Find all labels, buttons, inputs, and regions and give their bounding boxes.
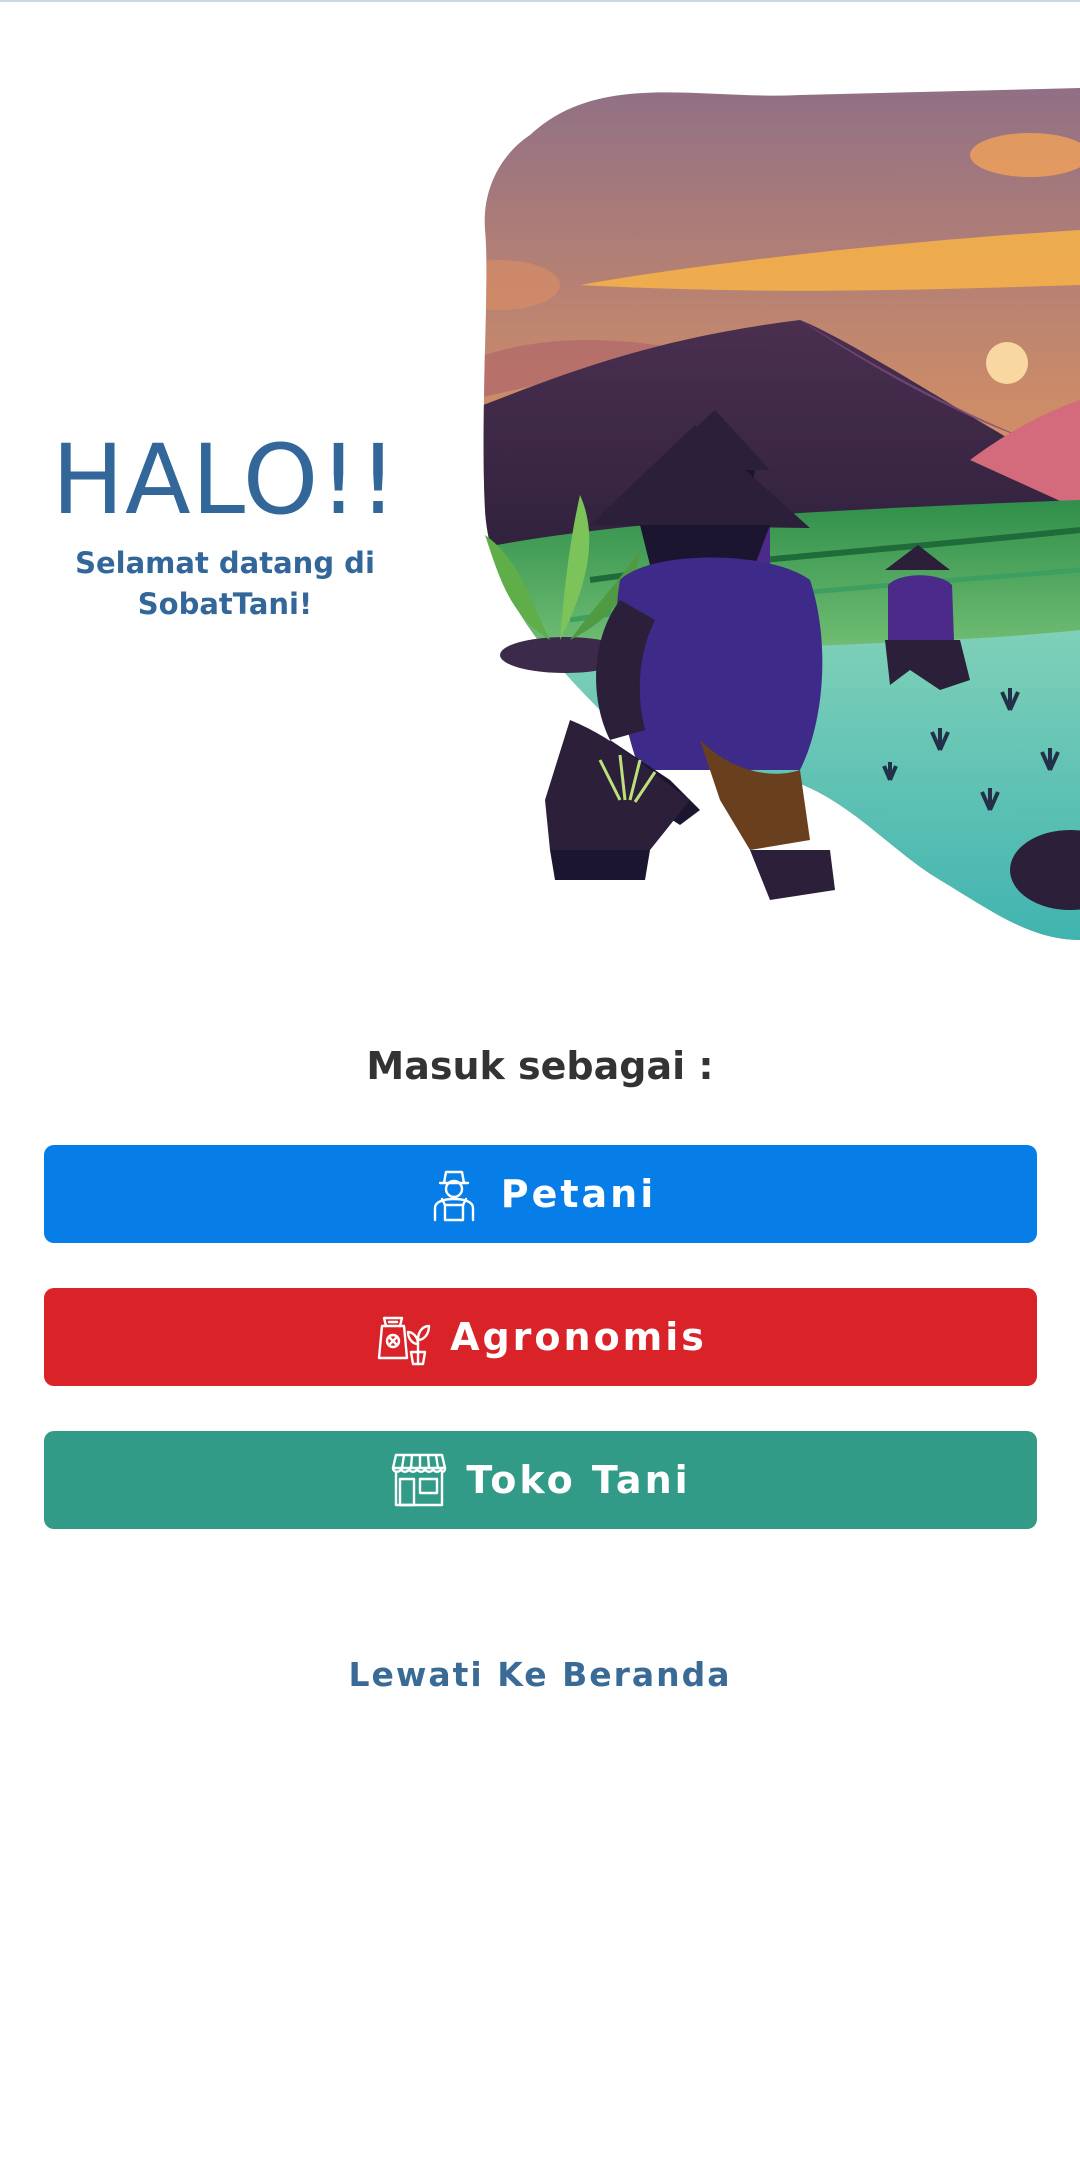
hero-illustration [483,88,1080,940]
toko-tani-button-label: Toko Tani [466,1458,691,1502]
greeting: HALO!! Selamat datang di SobatTani! [40,425,410,625]
greeting-title: HALO!! [51,424,399,536]
store-icon [390,1451,448,1509]
agronomist-icon [374,1308,432,1366]
login-as-label: Masuk sebagai : [366,1044,714,1088]
petani-button[interactable]: Petani [44,1145,1037,1243]
agronomis-button-label: Agronomis [450,1315,707,1359]
status-divider [0,0,1080,2]
petani-button-label: Petani [500,1172,657,1216]
greeting-subtitle: Selamat datang di SobatTani! [75,546,375,621]
agronomis-button[interactable]: Agronomis [44,1288,1037,1386]
farmer-icon [425,1165,483,1223]
toko-tani-button[interactable]: Toko Tani [44,1431,1037,1529]
skip-to-home-link[interactable]: Lewati Ke Beranda [0,1655,1080,1694]
